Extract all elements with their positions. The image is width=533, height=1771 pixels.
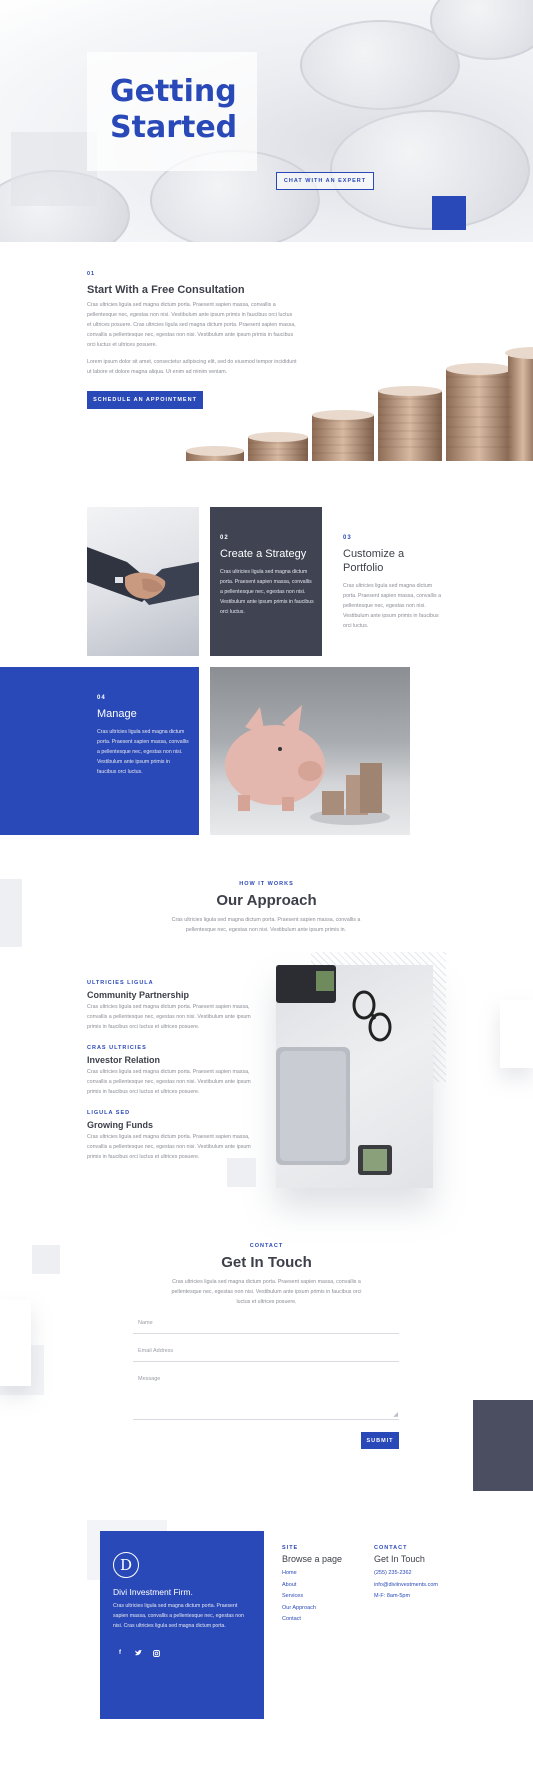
facebook-icon[interactable]: f — [115, 1648, 125, 1658]
feature-eyebrow: CRAS ULTRICIES — [87, 1045, 147, 1051]
step-number: 01 — [87, 271, 96, 277]
footer-contact-title: Get In Touch — [374, 1554, 425, 1564]
handshake-image — [87, 507, 199, 656]
email-field[interactable]: Email Address — [133, 1344, 399, 1362]
coin-stacks-image — [180, 347, 533, 475]
feature-text: Cras ultricies ligula sed magna dictum p… — [87, 1004, 251, 1030]
decor-card — [500, 1000, 533, 1068]
name-placeholder: Name — [138, 1320, 153, 1326]
approach-eyebrow: HOW IT WORKS — [239, 881, 294, 887]
hero-decor-block — [11, 132, 97, 206]
coin-decor — [330, 110, 530, 230]
feature-title: Investor Relation — [87, 1055, 161, 1065]
name-field[interactable]: Name — [133, 1316, 399, 1334]
resize-handle-icon[interactable]: ◢ — [393, 1411, 398, 1418]
feature-item: CRAS ULTRICIES Investor Relation Cras ul… — [87, 1045, 252, 1097]
submit-button[interactable]: SUBMIT — [361, 1432, 399, 1449]
footer-link-home[interactable]: Home — [282, 1568, 342, 1580]
consult-paragraph: Cras ultricies ligula sed magna dictum p… — [87, 302, 296, 348]
footer-hours: M-F: 8am-5pm — [374, 1593, 411, 1599]
contact-title: Get In Touch — [221, 1254, 312, 1271]
message-placeholder: Message — [138, 1376, 161, 1382]
approach-description: Cras ultricies ligula sed magna dictum p… — [171, 917, 361, 933]
footer-site-column: SITE Browse a page Home About Services O… — [282, 1545, 342, 1626]
decor-block — [473, 1400, 533, 1491]
piggy-bank-image — [210, 667, 410, 835]
feature-title: Growing Funds — [87, 1120, 153, 1130]
feature-text: Cras ultricies ligula sed magna dictum p… — [87, 1069, 251, 1095]
step-text: Cras ultricies ligula sed magna dictum p… — [220, 569, 314, 615]
footer-link-contact[interactable]: Contact — [282, 1614, 342, 1626]
step-number: 03 — [343, 535, 352, 541]
company-about: Cras ultricies ligula sed magna dictum p… — [113, 1603, 244, 1629]
feature-eyebrow: LIGULA SED — [87, 1110, 131, 1116]
step-card: 04 Manage Cras ultricies ligula sed magn… — [0, 667, 199, 835]
feature-item: LIGULA SED Growing Funds Cras ultricies … — [87, 1110, 252, 1162]
footer-contact-eyebrow: CONTACT — [374, 1545, 408, 1551]
desk-flatlay-image — [276, 965, 433, 1188]
consult-title: Start With a Free Consultation — [87, 284, 245, 296]
contact-description: Cras ultricies ligula sed magna dictum p… — [171, 1279, 362, 1305]
hero-title-line1: Getting — [110, 74, 237, 109]
hero-title: Getting Started — [110, 74, 237, 146]
decor-block — [0, 879, 22, 947]
footer-site-title: Browse a page — [282, 1554, 343, 1564]
footer-site-eyebrow: SITE — [282, 1545, 299, 1551]
decor-card — [0, 1300, 31, 1386]
chat-with-expert-button[interactable]: CHAT WITH AN EXPERT — [276, 172, 374, 190]
contact-eyebrow: CONTACT — [249, 1243, 284, 1249]
logo[interactable]: D — [113, 1552, 139, 1578]
instagram-icon[interactable] — [151, 1648, 161, 1658]
email-placeholder: Email Address — [138, 1348, 174, 1354]
decor-square — [227, 1158, 256, 1187]
step-number: 02 — [220, 535, 229, 541]
hero-accent-square — [432, 196, 466, 230]
step-text: Cras ultricies ligula sed magna dictum p… — [343, 583, 442, 629]
hero-title-line2: Started — [110, 110, 238, 145]
message-field[interactable]: Message ◢ — [133, 1372, 399, 1420]
footer-link-about[interactable]: About — [282, 1580, 342, 1592]
feature-item: ULTRICIES LIGULA Community Partnership C… — [87, 980, 252, 1032]
step-text: Cras ultricies ligula sed magna dictum p… — [97, 729, 189, 775]
company-name: Divi Investment Firm. — [113, 1587, 193, 1597]
feature-title: Community Partnership — [87, 990, 190, 1000]
step-title: Create a Strategy — [220, 548, 307, 560]
footer-contact-column: CONTACT Get In Touch (255) 235-2362 info… — [374, 1545, 438, 1603]
twitter-icon[interactable] — [133, 1648, 143, 1658]
footer-link-services[interactable]: Services — [282, 1591, 342, 1603]
step-title: Customize a Portfolio — [343, 548, 405, 574]
step-number: 04 — [97, 695, 106, 701]
step-card: 02 Create a Strategy Cras ultricies ligu… — [210, 507, 322, 656]
approach-title: Our Approach — [216, 892, 317, 909]
footer-phone[interactable]: (255) 235-2362 — [374, 1568, 438, 1580]
step-card: 03 Customize a Portfolio Cras ultricies … — [343, 535, 443, 631]
footer-link-approach[interactable]: Our Approach — [282, 1603, 342, 1615]
footer-email[interactable]: info@diviinvestments.com — [374, 1580, 438, 1592]
feature-eyebrow: ULTRICIES LIGULA — [87, 980, 154, 986]
step-title: Manage — [97, 708, 137, 720]
